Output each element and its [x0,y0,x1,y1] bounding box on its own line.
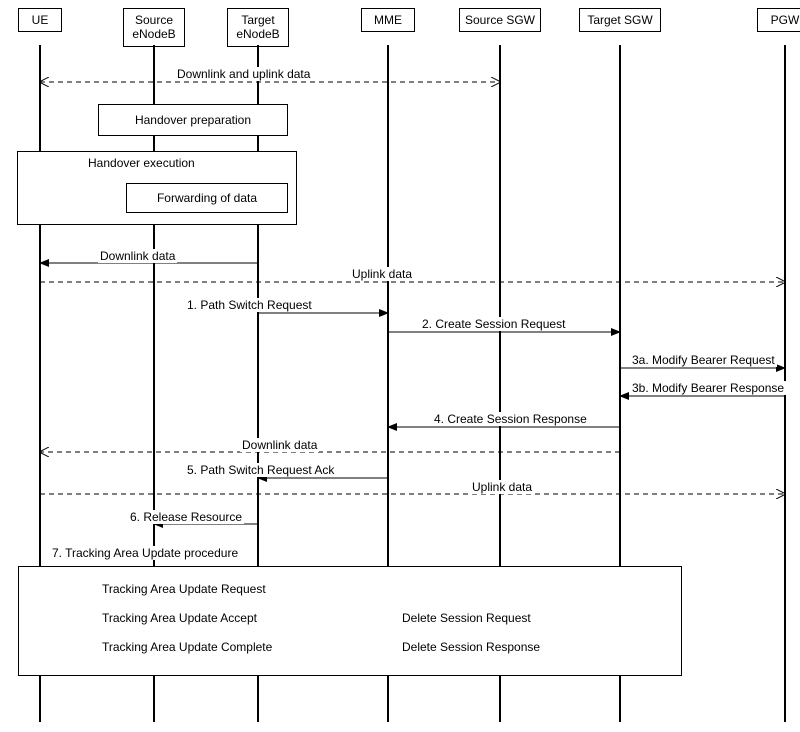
msg-uplink-data-1: Uplink data [350,267,414,281]
participant-mme: MME [361,8,415,32]
msg-tau-complete: Tracking Area Update Complete [100,640,274,654]
participant-target-sgw: Target SGW [579,8,661,32]
participant-target-enodeb: Target eNodeB [227,8,289,47]
msg-path-switch-request-ack: 5. Path Switch Request Ack [185,463,336,477]
msg-tau-accept: Tracking Area Update Accept [100,611,259,625]
participant-ue: UE [18,8,62,32]
msg-modify-bearer-request: 3a. Modify Bearer Request [630,353,777,367]
phase-forwarding-data: Forwarding of data [126,183,288,213]
msg-downlink-data-1: Downlink data [98,249,177,263]
participant-source-sgw: Source SGW [459,8,541,32]
msg-tau-request: Tracking Area Update Request [100,582,268,596]
msg-downlink-data-2: Downlink data [240,438,319,452]
msg-uplink-data-2: Uplink data [470,480,534,494]
msg-delete-session-response: Delete Session Response [400,640,542,654]
msg-delete-session-request: Delete Session Request [400,611,533,625]
msg-create-session-request: 2. Create Session Request [420,317,567,331]
msg-create-session-response: 4. Create Session Response [432,412,589,426]
sequence-diagram: Source SGW) dashed double arrow --> [0,0,800,732]
msg-path-switch-request: 1. Path Switch Request [185,298,314,312]
msg-modify-bearer-response: 3b. Modify Bearer Response [630,381,786,395]
msg-tracking-area-update-procedure: 7. Tracking Area Update procedure [50,546,240,560]
msg-release-resource: 6. Release Resource [128,510,244,524]
participant-source-enodeb: Source eNodeB [123,8,185,47]
phase-handover-execution-label: Handover execution [86,156,197,170]
phase-handover-preparation: Handover preparation [98,104,288,136]
participant-pgw: PGW [757,8,800,32]
msg-downlink-uplink-data: Downlink and uplink data [175,67,312,81]
